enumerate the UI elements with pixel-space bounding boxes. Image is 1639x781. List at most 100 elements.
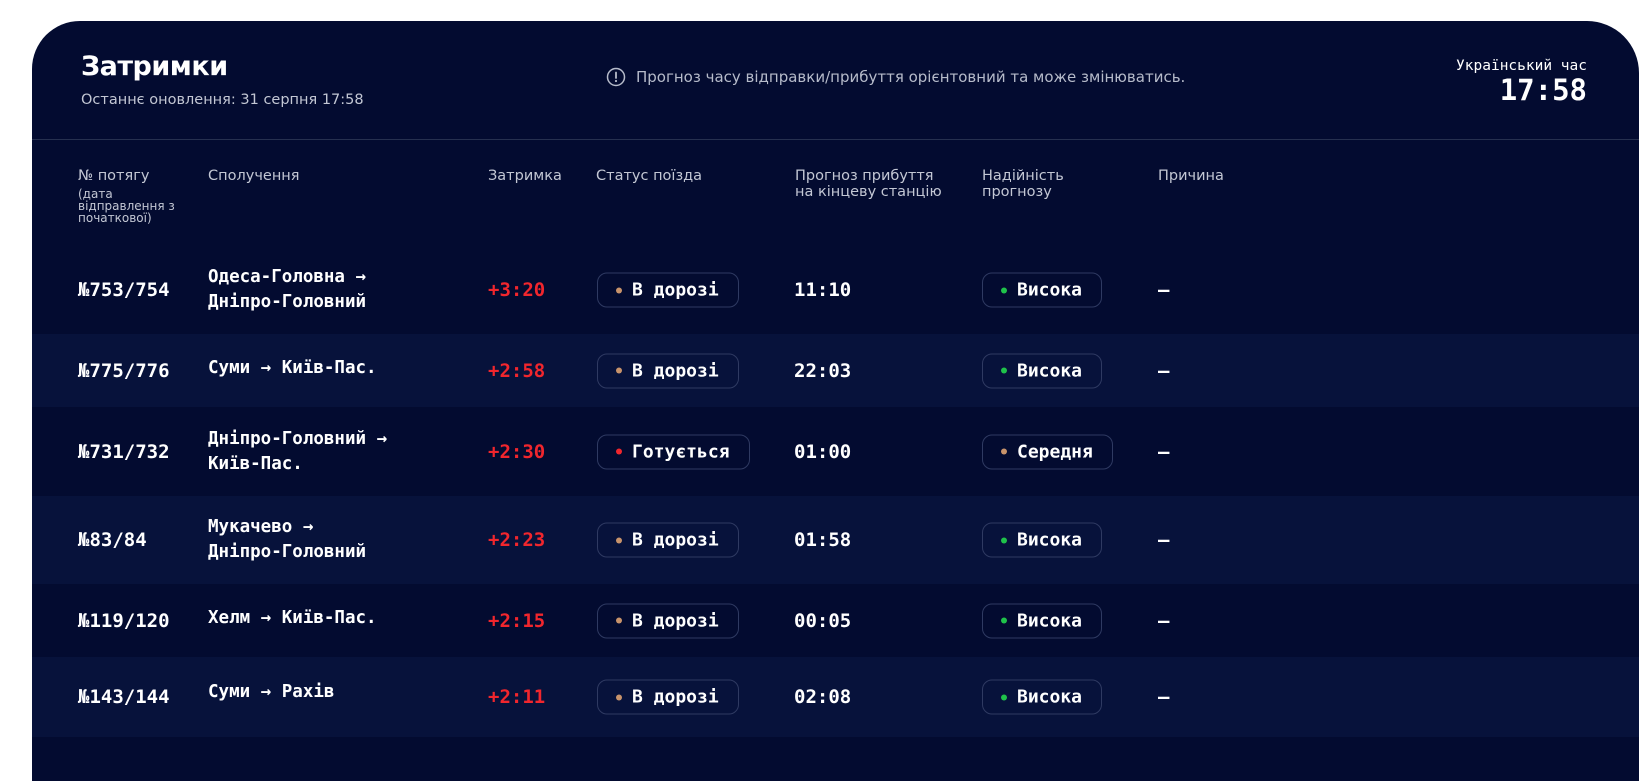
eta-value: 02:08 bbox=[794, 686, 852, 708]
clock-time: 17:58 bbox=[1499, 73, 1587, 107]
reliability-dot-icon bbox=[1001, 287, 1007, 293]
col-delay: Затримка bbox=[488, 168, 562, 184]
status-label: В дорозі bbox=[632, 610, 719, 631]
train-number: №775/776 bbox=[78, 359, 170, 382]
status-badge: В дорозі bbox=[597, 603, 739, 638]
status-badge: В дорозі bbox=[597, 679, 739, 715]
col-route: Сполучення bbox=[208, 168, 300, 184]
status-badge: В дорозі bbox=[597, 272, 739, 308]
reliability-dot-icon bbox=[1001, 537, 1007, 543]
status-label: Готується bbox=[632, 441, 730, 462]
table-row: №143/144 Суми → Рахів +2:11 В дорозі 02:… bbox=[32, 657, 1639, 737]
delay-value: +2:58 bbox=[488, 359, 546, 382]
train-number: №753/754 bbox=[78, 279, 170, 301]
reliability-label: Висока bbox=[1017, 360, 1083, 381]
col-train-label: № потягу bbox=[78, 168, 150, 184]
eta-value: 01:58 bbox=[794, 529, 852, 551]
col-reliability: Надійність прогнозу bbox=[982, 168, 1064, 200]
route-line-1: Дніпро-Головний → bbox=[208, 428, 388, 449]
status-dot-icon bbox=[616, 694, 622, 700]
reliability-badge: Висока bbox=[982, 679, 1103, 715]
train-number: №83/84 bbox=[78, 529, 147, 551]
delays-board: Затримки Останнє оновлення: 31 серпня 17… bbox=[32, 21, 1639, 781]
page-title: Затримки bbox=[81, 51, 228, 82]
route-line-2: Дніпро-Головний bbox=[208, 542, 367, 562]
table-row: №753/754 Одеса-Головна → Дніпро-Головний… bbox=[32, 246, 1639, 334]
reliability-badge: Висока bbox=[982, 272, 1103, 308]
table-row: №775/776 Суми → Київ-Пас. +2:58 В дорозі… bbox=[32, 334, 1639, 407]
reason-value: — bbox=[1158, 279, 1170, 301]
reason-value: — bbox=[1158, 609, 1170, 632]
col-status: Статус поїзда bbox=[596, 168, 703, 184]
status-label: В дорозі bbox=[632, 279, 719, 301]
board-header: Затримки Останнє оновлення: 31 серпня 17… bbox=[32, 21, 1639, 140]
table-header: № потягу (дата відправлення з початкової… bbox=[32, 168, 1639, 248]
status-badge: В дорозі bbox=[597, 353, 739, 388]
forecast-notice: Прогноз часу відправки/прибуття орієнтов… bbox=[606, 67, 1185, 87]
table-row: №731/732 Дніпро-Головний → Київ-Пас. +2:… bbox=[32, 407, 1639, 496]
status-label: В дорозі bbox=[632, 686, 719, 708]
reliability-label: Висока bbox=[1017, 529, 1083, 551]
reliability-dot-icon bbox=[1001, 617, 1007, 624]
reliability-badge: Висока bbox=[982, 353, 1103, 388]
table-row: №83/84 Мукачево → Дніпро-Головний +2:23 … bbox=[32, 496, 1639, 584]
reliability-badge: Середня bbox=[982, 434, 1113, 469]
eta-value: 11:10 bbox=[794, 279, 852, 301]
reliability-dot-icon bbox=[1001, 694, 1007, 700]
delay-value: +2:15 bbox=[488, 609, 546, 632]
route: Суми → Рахів bbox=[208, 680, 468, 705]
route: Дніпро-Головний → Київ-Пас. bbox=[208, 427, 468, 477]
train-number: №143/144 bbox=[78, 686, 170, 708]
reliability-badge: Висока bbox=[982, 603, 1103, 638]
route: Хелм → Київ-Пас. bbox=[208, 606, 468, 631]
train-number: №119/120 bbox=[78, 609, 170, 632]
reason-value: — bbox=[1158, 686, 1170, 708]
route-line-2: Дніпро-Головний bbox=[208, 292, 367, 312]
eta-value: 22:03 bbox=[794, 359, 852, 382]
reliability-label: Висока bbox=[1017, 610, 1083, 631]
delay-value: +2:30 bbox=[488, 440, 546, 463]
route-line-1: Суми → Київ-Пас. bbox=[208, 357, 377, 378]
reliability-dot-icon bbox=[1001, 367, 1007, 374]
status-dot-icon bbox=[616, 617, 622, 624]
reason-value: — bbox=[1158, 359, 1170, 382]
delay-value: +2:23 bbox=[488, 529, 546, 551]
delays-table-body: №753/754 Одеса-Головна → Дніпро-Головний… bbox=[32, 246, 1639, 737]
clock: Український час 17:58 bbox=[1456, 58, 1587, 107]
clock-label: Український час bbox=[1456, 58, 1587, 74]
delay-value: +2:11 bbox=[488, 686, 546, 708]
notice-text: Прогноз часу відправки/прибуття орієнтов… bbox=[636, 68, 1186, 86]
delay-value: +3:20 bbox=[488, 279, 546, 301]
route-line-1: Одеса-Головна → bbox=[208, 267, 367, 287]
route: Мукачево → Дніпро-Головний bbox=[208, 515, 468, 565]
route: Суми → Київ-Пас. bbox=[208, 356, 468, 381]
route-line-2: Київ-Пас. bbox=[208, 453, 303, 474]
status-dot-icon bbox=[616, 537, 622, 543]
route-line-1: Суми → Рахів bbox=[208, 682, 335, 702]
col-eta: Прогноз прибуття на кінцеву станцію bbox=[795, 168, 942, 200]
status-dot-icon bbox=[616, 367, 622, 374]
status-badge: Готується bbox=[597, 434, 750, 469]
route-line-1: Хелм → Київ-Пас. bbox=[208, 607, 377, 628]
status-badge: В дорозі bbox=[597, 522, 739, 558]
reliability-label: Висока bbox=[1017, 279, 1083, 301]
last-updated: Останнє оновлення: 31 серпня 17:58 bbox=[81, 92, 364, 108]
train-number: №731/732 bbox=[78, 440, 170, 463]
reliability-label: Висока bbox=[1017, 686, 1083, 708]
reliability-label: Середня bbox=[1017, 441, 1093, 462]
reason-value: — bbox=[1158, 529, 1170, 551]
eta-value: 01:00 bbox=[794, 440, 852, 463]
reliability-dot-icon bbox=[1001, 448, 1007, 455]
route-line-1: Мукачево → bbox=[208, 517, 314, 537]
col-train: № потягу (дата відправлення з початкової… bbox=[78, 168, 178, 224]
status-label: В дорозі bbox=[632, 360, 719, 381]
status-dot-icon bbox=[616, 448, 622, 455]
col-train-sublabel: (дата відправлення з початкової) bbox=[78, 187, 175, 225]
table-row: №119/120 Хелм → Київ-Пас. +2:15 В дорозі… bbox=[32, 584, 1639, 657]
eta-value: 00:05 bbox=[794, 609, 852, 632]
reason-value: — bbox=[1158, 440, 1170, 463]
col-reason: Причина bbox=[1158, 168, 1224, 184]
info-icon bbox=[606, 67, 626, 87]
status-dot-icon bbox=[616, 287, 622, 293]
status-label: В дорозі bbox=[632, 529, 719, 551]
